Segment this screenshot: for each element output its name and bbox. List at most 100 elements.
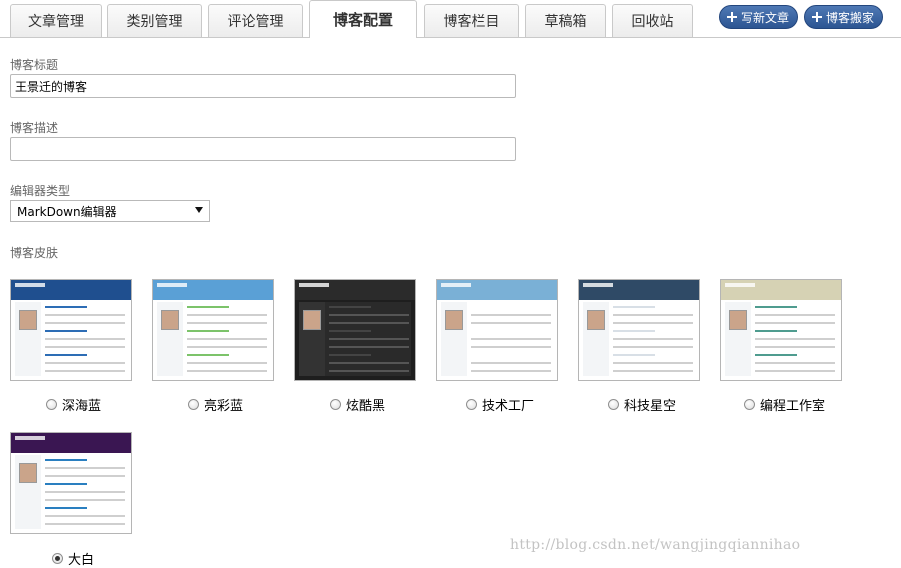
skin-radio[interactable]: [46, 399, 57, 410]
skin-thumbnail[interactable]: [294, 279, 416, 381]
thumbnail-header-title: [157, 283, 187, 287]
thumbnail-header-title: [725, 283, 755, 287]
skin-radio-row[interactable]: 深海蓝: [46, 395, 206, 414]
thumbnail-text-line: [613, 370, 693, 372]
thumbnail-sidebar: [583, 302, 609, 376]
thumbnail-header: [721, 280, 841, 300]
thumbnail-header-title: [15, 283, 45, 287]
blog-title-input[interactable]: [10, 74, 516, 98]
thumbnail-header: [437, 280, 557, 300]
thumbnail-header: [153, 280, 273, 300]
skin-radio-row[interactable]: 亮彩蓝: [188, 395, 348, 414]
tab-category-management[interactable]: 类别管理: [107, 4, 202, 37]
thumbnail-text-line: [329, 330, 371, 332]
thumbnail-text-line: [755, 314, 835, 316]
thumbnail-header-title: [15, 436, 45, 440]
thumbnail-text-line: [755, 338, 835, 340]
tab-blog-settings[interactable]: 博客配置: [309, 0, 417, 38]
tab-recycle-bin[interactable]: 回收站: [612, 4, 693, 37]
thumbnail-text-line: [45, 515, 125, 517]
tab-bar: 文章管理 类别管理 评论管理 博客配置 博客栏目 草稿箱 回收站 写新文章 博客…: [0, 0, 901, 38]
skin-radio[interactable]: [466, 399, 477, 410]
thumbnail-header-title: [441, 283, 471, 287]
thumbnail-text-line: [755, 370, 835, 372]
thumbnail-text-line: [45, 346, 125, 348]
skin-radio[interactable]: [188, 399, 199, 410]
thumbnail-text-line: [613, 306, 655, 308]
skin-thumbnail[interactable]: [578, 279, 700, 381]
skin-thumbnail[interactable]: [152, 279, 274, 381]
thumbnail-text-line: [187, 306, 229, 308]
thumbnail-text-line: [329, 322, 409, 324]
skin-name-label: 编程工作室: [760, 399, 826, 414]
tab-blog-columns[interactable]: 博客栏目: [424, 4, 519, 37]
skin-radio-row[interactable]: 技术工厂: [466, 395, 626, 414]
thumbnail-text-line: [329, 346, 409, 348]
thumbnail-text-line: [45, 491, 125, 493]
thumbnail-text-line: [471, 338, 551, 340]
thumbnail-text-line: [613, 354, 655, 356]
skin-name-label: 亮彩蓝: [204, 399, 244, 414]
thumbnail-text-line: [187, 354, 229, 356]
tab-drafts[interactable]: 草稿箱: [525, 4, 606, 37]
thumbnail-text-line: [187, 314, 267, 316]
thumbnail-text-line: [471, 330, 513, 332]
thumbnail-sidebar: [157, 302, 183, 376]
thumbnail-text-line: [329, 338, 409, 340]
thumbnail-text-line: [45, 314, 125, 316]
thumbnail-text-line: [187, 370, 267, 372]
thumbnail-sidebar: [15, 302, 41, 376]
blog-description-label: 博客描述: [10, 121, 59, 135]
thumbnail-text-line: [471, 322, 551, 324]
editor-type-select[interactable]: MarkDown编辑器: [10, 200, 210, 222]
thumbnail-sidebar: [725, 302, 751, 376]
thumbnail-text-line: [471, 306, 513, 308]
thumbnail-avatar: [587, 310, 605, 330]
thumbnail-text-line: [613, 362, 693, 364]
thumbnail-text-line: [187, 338, 267, 340]
thumbnail-body: [157, 302, 269, 376]
thumbnail-header: [11, 433, 131, 453]
skin-thumbnail[interactable]: [720, 279, 842, 381]
thumbnail-avatar: [303, 310, 321, 330]
thumbnail-text-line: [45, 523, 125, 525]
thumbnail-text-line: [45, 370, 125, 372]
skin-thumbnail[interactable]: [436, 279, 558, 381]
watermark-url: http://blog.csdn.net/wangjingqiannihao: [510, 537, 801, 553]
thumbnail-text-line: [45, 507, 87, 509]
skin-radio-row[interactable]: 大白: [52, 549, 212, 568]
thumbnail-text-line: [45, 338, 125, 340]
write-article-label: 写新文章: [741, 10, 790, 25]
editor-type-value: MarkDown编辑器: [17, 204, 117, 219]
blog-description-input[interactable]: [10, 137, 516, 161]
tab-article-management[interactable]: 文章管理: [10, 4, 102, 37]
skin-radio[interactable]: [608, 399, 619, 410]
thumbnail-text-line: [613, 314, 693, 316]
thumbnail-text-line: [329, 354, 371, 356]
blog-move-button[interactable]: 博客搬家: [804, 5, 884, 29]
thumbnail-text-line: [613, 338, 693, 340]
thumbnail-avatar: [161, 310, 179, 330]
thumbnail-text-line: [187, 346, 267, 348]
thumbnail-text-line: [471, 362, 551, 364]
skin-radio[interactable]: [330, 399, 341, 410]
skin-thumbnail[interactable]: [10, 432, 132, 534]
thumbnail-header: [295, 280, 415, 300]
thumbnail-text-line: [329, 306, 371, 308]
thumbnail-text-line: [45, 483, 87, 485]
skin-thumbnail[interactable]: [10, 279, 132, 381]
skin-radio[interactable]: [52, 553, 63, 564]
thumbnail-sidebar: [441, 302, 467, 376]
skin-radio-row[interactable]: 编程工作室: [744, 395, 901, 414]
plus-icon: [811, 11, 823, 23]
thumbnail-text-line: [45, 354, 87, 356]
skin-radio[interactable]: [744, 399, 755, 410]
write-article-button[interactable]: 写新文章: [719, 5, 799, 29]
thumbnail-avatar: [19, 463, 37, 483]
thumbnail-text-line: [613, 346, 693, 348]
thumbnail-text-line: [471, 314, 551, 316]
tab-comment-management[interactable]: 评论管理: [208, 4, 303, 37]
thumbnail-header-title: [299, 283, 329, 287]
thumbnail-text-line: [45, 322, 125, 324]
blog-skin-label: 博客皮肤: [10, 246, 59, 260]
